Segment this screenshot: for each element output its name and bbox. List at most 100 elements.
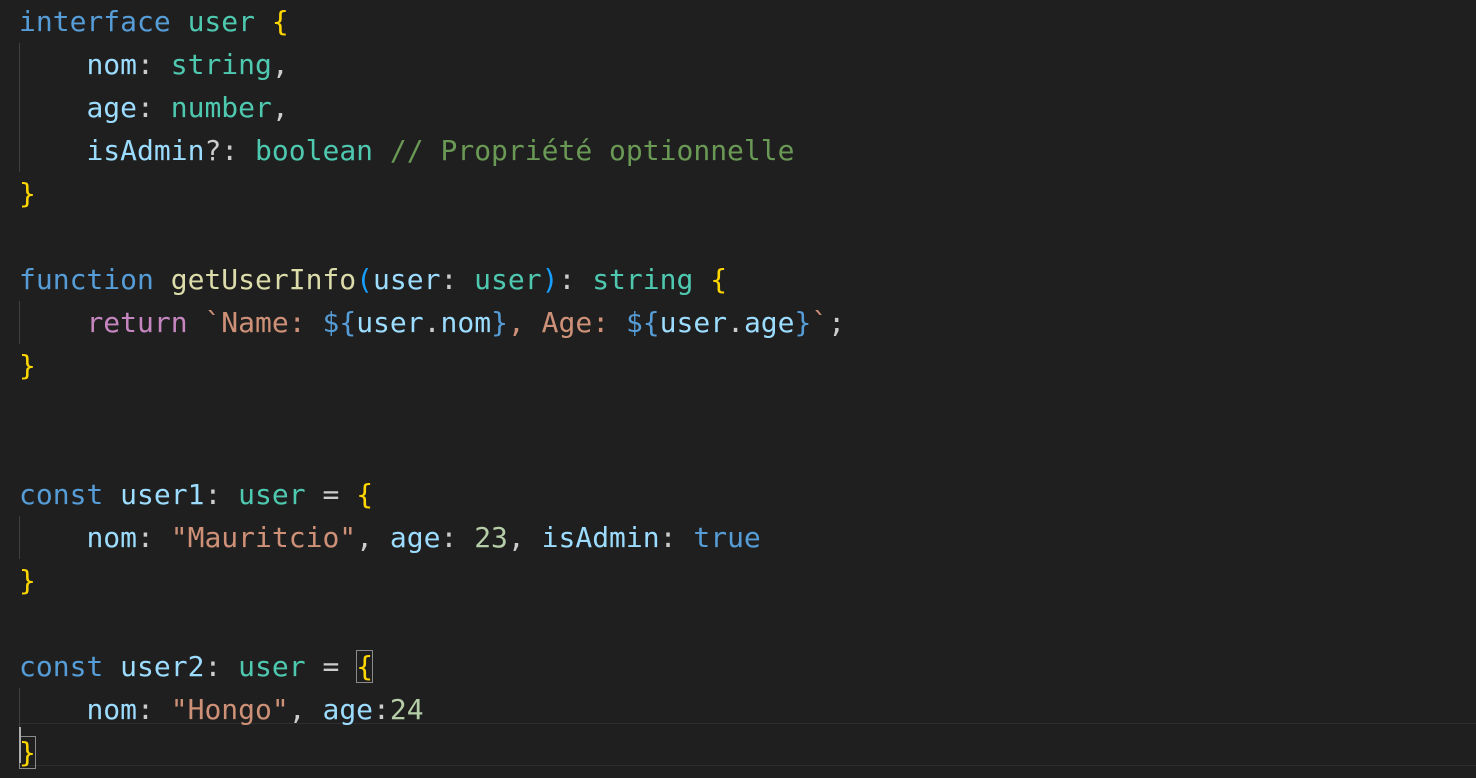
- code-token: user: [356, 306, 424, 339]
- code-token: function: [19, 263, 154, 296]
- code-line[interactable]: nom: string,: [19, 43, 289, 86]
- code-token: {: [271, 5, 289, 38]
- code-line[interactable]: nom: "Hongo", age:24: [19, 688, 424, 731]
- code-token: .: [727, 306, 744, 339]
- code-token: :: [204, 650, 239, 683]
- code-token: getUserInfo: [170, 263, 357, 296]
- code-token: nom: [440, 306, 492, 339]
- code-token: :: [440, 521, 475, 554]
- code-token: .: [423, 306, 441, 339]
- code-token: {: [356, 650, 374, 683]
- code-token: user: [659, 306, 728, 339]
- code-token: `: [811, 306, 829, 339]
- code-token: }: [19, 564, 36, 597]
- code-token: ,: [271, 91, 289, 124]
- code-token: (: [356, 263, 374, 296]
- code-token: user: [187, 5, 256, 38]
- code-token: age: [322, 693, 374, 726]
- code-token: :: [137, 48, 171, 81]
- code-token: boolean: [255, 134, 374, 167]
- code-line[interactable]: }: [19, 172, 36, 215]
- code-token: user: [238, 650, 306, 683]
- code-token: :: [659, 521, 694, 554]
- code-token: age: [743, 306, 795, 339]
- code-token: user: [373, 263, 441, 296]
- code-line[interactable]: nom: "Mauritcio", age: 23, isAdmin: true: [19, 516, 761, 559]
- code-token: ,: [288, 693, 323, 726]
- code-line[interactable]: function getUserInfo(user: user): string…: [19, 258, 727, 301]
- code-token: ;: [828, 306, 846, 339]
- code-line[interactable]: isAdmin?: boolean // Propriété optionnel…: [19, 129, 794, 172]
- code-token: user2: [120, 650, 205, 683]
- code-token: string: [170, 48, 272, 81]
- code-token: }: [19, 177, 36, 210]
- code-editor[interactable]: interface user { nom: string, age: numbe…: [0, 0, 1476, 778]
- code-token: age: [86, 91, 138, 124]
- code-token: nom: [86, 693, 138, 726]
- code-token: number: [170, 91, 272, 124]
- code-token: =: [305, 650, 357, 683]
- code-token: // Propriété optionnelle: [389, 134, 795, 167]
- code-token: ): [541, 263, 559, 296]
- code-token: }: [491, 306, 508, 339]
- code-token: return: [86, 306, 188, 339]
- code-token: {: [356, 478, 374, 511]
- code-line[interactable]: const user2: user = {: [19, 645, 374, 688]
- code-token: user: [238, 478, 306, 511]
- code-line[interactable]: const user1: user = {: [19, 473, 373, 516]
- code-token: 23: [474, 521, 508, 554]
- code-token: `Name:: [204, 306, 323, 339]
- code-token: nom: [86, 48, 138, 81]
- code-token: :: [137, 91, 171, 124]
- code-token: :: [373, 693, 390, 726]
- code-token: {: [710, 263, 728, 296]
- code-token: :: [440, 263, 475, 296]
- code-token: :: [137, 693, 171, 726]
- code-token: user1: [120, 478, 205, 511]
- code-token: ,: [356, 521, 390, 554]
- code-token: ${: [625, 306, 660, 339]
- code-token: "Mauritcio": [170, 521, 357, 554]
- code-token: isAdmin: [541, 521, 660, 554]
- code-token: , Age:: [507, 306, 626, 339]
- code-line[interactable]: }: [19, 559, 36, 602]
- code-token: true: [693, 521, 761, 554]
- code-token: }: [19, 736, 36, 769]
- code-token: }: [794, 306, 812, 339]
- code-line[interactable]: age: number,: [19, 86, 289, 129]
- code-token: =: [305, 478, 357, 511]
- code-token: ${: [322, 306, 357, 339]
- code-token: age: [389, 521, 441, 554]
- code-token: :: [137, 521, 171, 554]
- code-token: ,: [271, 48, 289, 81]
- code-line[interactable]: }: [19, 344, 36, 387]
- code-line[interactable]: interface user {: [19, 0, 289, 43]
- code-token: user: [474, 263, 542, 296]
- code-token: interface: [19, 5, 171, 38]
- code-token: ,: [507, 521, 542, 554]
- code-line[interactable]: }: [19, 731, 36, 774]
- code-token: isAdmin: [86, 134, 205, 167]
- code-token: const: [19, 478, 104, 511]
- code-token: 24: [389, 693, 424, 726]
- code-token: string: [592, 263, 694, 296]
- code-token: :: [558, 263, 593, 296]
- code-token: ?:: [204, 134, 256, 167]
- text-cursor: [19, 727, 21, 763]
- code-line[interactable]: return `Name: ${user.nom}, Age: ${user.a…: [19, 301, 845, 344]
- code-token: :: [204, 478, 239, 511]
